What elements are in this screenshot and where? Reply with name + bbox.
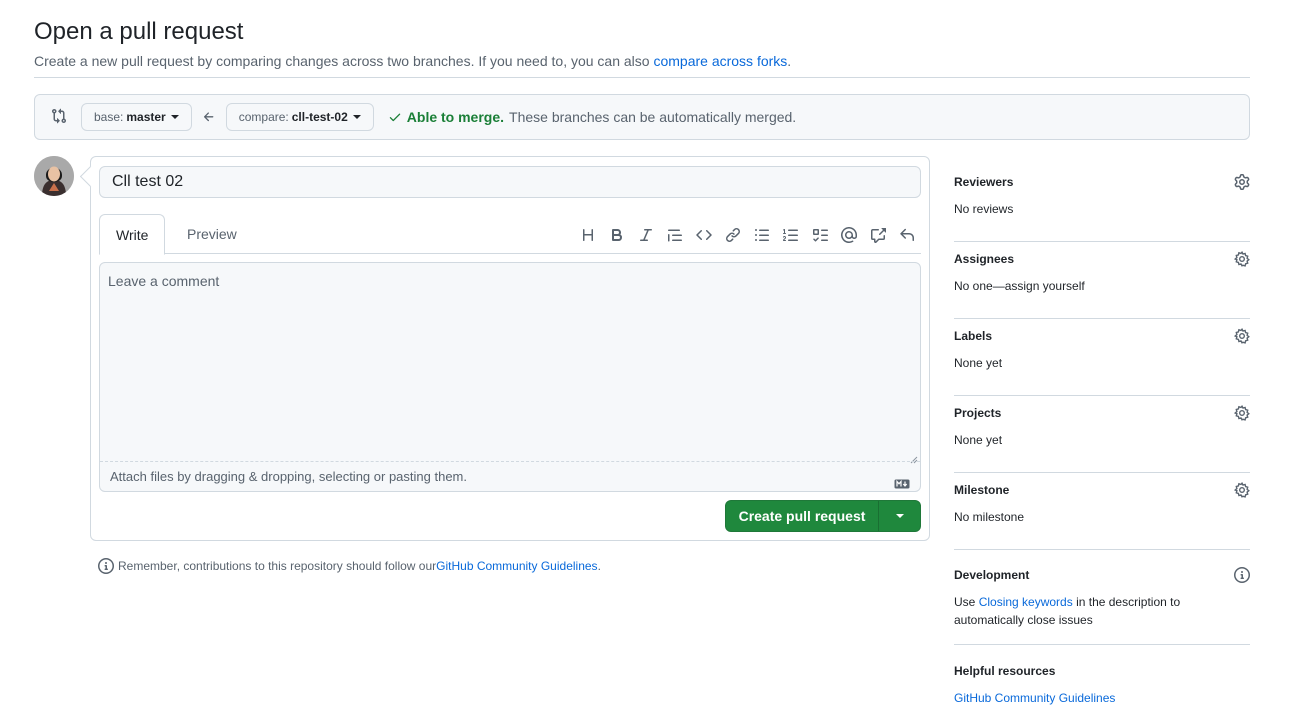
base-branch-name: master: [126, 110, 166, 124]
markdown-icon[interactable]: [894, 470, 910, 489]
gear-icon[interactable]: [1233, 250, 1250, 267]
gear-icon[interactable]: [1233, 404, 1250, 421]
reply-icon[interactable]: [892, 224, 921, 246]
header-divider: [34, 77, 1250, 78]
editor-tabs: Write Preview: [99, 214, 921, 255]
unordered-list-icon[interactable]: [747, 224, 776, 246]
labels-value: None yet: [954, 356, 1003, 370]
create-options-dropdown[interactable]: [879, 501, 920, 531]
comment-area: Attach files by dragging & dropping, sel…: [99, 262, 921, 492]
attach-files-bar[interactable]: Attach files by dragging & dropping, sel…: [100, 461, 920, 492]
labels-title: Labels: [954, 329, 993, 343]
reviewers-value: No reviews: [954, 202, 1014, 216]
projects-value: None yet: [954, 433, 1003, 447]
resize-grip-icon[interactable]: [910, 451, 918, 464]
projects-section: Projects None yet: [954, 396, 1250, 473]
note-text: Remember, contributions to this reposito…: [118, 559, 437, 573]
sidebar: Reviewers No reviews Assignees No one—as…: [954, 165, 1250, 705]
attach-files-text: Attach files by dragging & dropping, sel…: [110, 469, 467, 484]
italic-icon[interactable]: [631, 224, 660, 246]
community-guidelines-sidebar-link[interactable]: GitHub Community Guidelines: [954, 691, 1115, 705]
compare-across-forks-link[interactable]: compare across forks: [653, 53, 787, 69]
base-branch-button[interactable]: base: master: [81, 103, 192, 131]
tab-write[interactable]: Write: [99, 214, 166, 255]
comment-textarea[interactable]: [100, 263, 920, 461]
compare-bar: base: master compare: cll-test-02 Able t…: [34, 94, 1250, 140]
code-icon[interactable]: [689, 224, 718, 246]
bold-icon[interactable]: [602, 224, 631, 246]
gear-icon[interactable]: [1233, 481, 1250, 498]
create-pull-request-button[interactable]: Create pull request: [726, 501, 879, 531]
ordered-list-icon[interactable]: [776, 224, 805, 246]
gear-icon[interactable]: [1233, 327, 1250, 344]
assignees-title: Assignees: [954, 252, 1015, 266]
page-title: Open a pull request: [34, 18, 244, 45]
quote-icon[interactable]: [660, 224, 689, 246]
pr-title-input[interactable]: [99, 166, 921, 198]
development-value: Use Closing keywords in the description …: [954, 593, 1250, 629]
milestone-section: Milestone No milestone: [954, 473, 1250, 550]
page-subtitle: Create a new pull request by comparing c…: [34, 51, 1250, 71]
development-text: Use: [954, 595, 979, 609]
mention-icon[interactable]: [834, 224, 863, 246]
cross-reference-icon[interactable]: [863, 224, 892, 246]
contribution-note: Remember, contributions to this reposito…: [98, 558, 601, 574]
reviewers-title: Reviewers: [954, 175, 1014, 189]
gear-icon[interactable]: [1234, 174, 1250, 190]
base-label: base:: [94, 110, 124, 124]
labels-section: Labels None yet: [954, 319, 1250, 396]
merge-desc-text: These branches can be automatically merg…: [509, 109, 797, 125]
avatar[interactable]: [34, 156, 74, 196]
tab-preview[interactable]: Preview: [171, 214, 253, 254]
assignees-section: Assignees No one—assign yourself: [954, 242, 1250, 319]
caret-down-icon: [895, 514, 904, 518]
caret-down-icon: [352, 115, 361, 119]
page-header: Open a pull request Create a new pull re…: [34, 16, 1250, 71]
compare-label: compare:: [238, 110, 289, 124]
projects-title: Projects: [954, 406, 1002, 420]
community-guidelines-link[interactable]: GitHub Community Guidelines: [436, 559, 597, 573]
development-title: Development: [954, 568, 1030, 582]
markdown-toolbar: [573, 224, 921, 246]
merge-status: Able to merge. These branches can be aut…: [388, 109, 796, 125]
info-icon: [98, 558, 114, 574]
helpful-resources-section: Helpful resources GitHub Community Guide…: [954, 645, 1250, 705]
task-list-icon[interactable]: [805, 224, 834, 246]
create-pull-request-button-group: Create pull request: [725, 500, 921, 532]
helpful-resources-title: Helpful resources: [954, 664, 1056, 678]
development-section: Development Use Closing keywords in the …: [954, 550, 1250, 645]
merge-ok-text: Able to merge.: [406, 109, 505, 125]
reviewers-section: Reviewers No reviews: [954, 165, 1250, 242]
link-icon[interactable]: [718, 224, 747, 246]
git-compare-icon: [51, 108, 69, 126]
compare-branch-name: cll-test-02: [291, 110, 348, 124]
info-icon[interactable]: [1234, 567, 1250, 583]
heading-icon[interactable]: [573, 224, 602, 246]
check-icon: [388, 110, 402, 124]
arrow-left-icon: [202, 110, 216, 124]
milestone-value: No milestone: [954, 510, 1025, 524]
caret-down-icon: [170, 115, 179, 119]
note-end: .: [597, 559, 601, 573]
subtitle-text: Create a new pull request by comparing c…: [34, 53, 654, 69]
assignees-value[interactable]: No one—assign yourself: [954, 277, 1250, 295]
pull-request-form: Write Preview Attach files by dragging &…: [90, 156, 930, 541]
closing-keywords-link[interactable]: Closing keywords: [979, 595, 1073, 609]
milestone-title: Milestone: [954, 483, 1010, 497]
compare-branch-button[interactable]: compare: cll-test-02: [225, 103, 374, 131]
subtitle-end: .: [787, 53, 792, 69]
